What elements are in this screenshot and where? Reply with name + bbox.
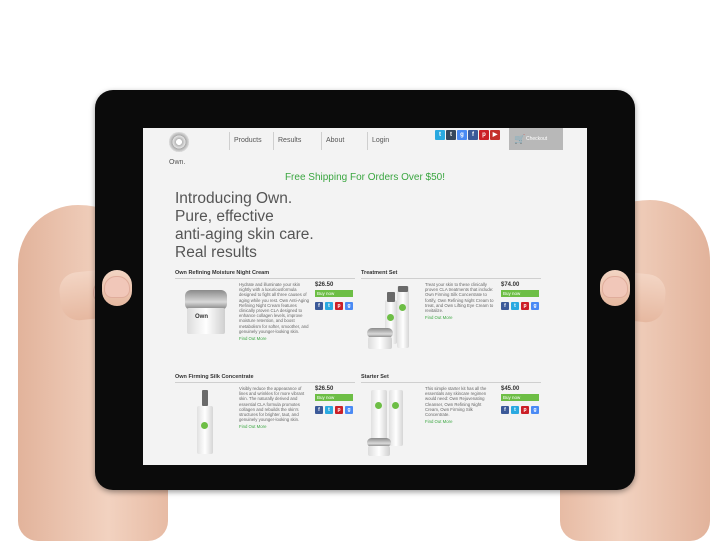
small-jar-body (368, 337, 392, 349)
twitter-icon[interactable]: t (511, 406, 519, 414)
twitter-icon[interactable]: t (511, 302, 519, 310)
dropper-cap (387, 292, 395, 302)
facebook-icon[interactable]: f (315, 302, 323, 310)
product-description-text: Visibly reduce the appearance of lines a… (239, 386, 305, 423)
cart-icon: 🛒 (514, 134, 526, 144)
buy-now-button[interactable]: Buy now (501, 290, 539, 297)
bottle-label-dot (201, 422, 208, 429)
jar-body (187, 308, 225, 334)
product-card-silk-concentrate: Own Firming Silk Concentrate Visibly red… (175, 374, 355, 465)
tumblr-icon[interactable]: t (446, 130, 456, 140)
product-price: $26.50 (315, 386, 334, 392)
product-description: This simple starter kit has all the esse… (425, 386, 495, 424)
google-plus-icon[interactable]: g (531, 302, 539, 310)
facebook-icon[interactable]: f (468, 130, 478, 140)
buy-now-button[interactable]: Buy now (315, 394, 353, 401)
product-description: Visibly reduce the appearance of lines a… (239, 386, 309, 430)
product-title[interactable]: Own Refining Moisture Night Cream (175, 270, 355, 279)
nav-login[interactable]: Login (367, 132, 389, 150)
product-card-treatment-set: Treatment Set Treat your skin to these c… (361, 270, 541, 370)
youtube-icon[interactable]: ▶ (490, 130, 500, 140)
dropper-bottle (197, 406, 213, 454)
pinterest-icon[interactable]: p (335, 302, 343, 310)
product-description: Treat your skin to these clinically prov… (425, 282, 495, 320)
tube-cap (398, 286, 408, 292)
facebook-icon[interactable]: f (501, 302, 509, 310)
right-index-nail (602, 276, 628, 298)
product-description-text: This simple starter kit has all the esse… (425, 386, 487, 418)
product-description: Hydrate and illuminate your skin nightly… (239, 282, 309, 341)
nav-results[interactable]: Results (273, 132, 301, 150)
pinterest-icon[interactable]: p (335, 406, 343, 414)
google-plus-icon[interactable]: g (345, 406, 353, 414)
dropper-cap (202, 390, 208, 406)
facebook-icon[interactable]: f (501, 406, 509, 414)
twitter-icon[interactable]: t (325, 406, 333, 414)
own-logo-icon[interactable] (169, 132, 189, 152)
checkout-button[interactable]: 🛒 Checkout (509, 128, 563, 150)
product-title[interactable]: Treatment Set (361, 270, 541, 279)
find-out-more-link[interactable]: Find Out More (239, 424, 309, 429)
buy-now-button[interactable]: Buy now (315, 290, 353, 297)
google-plus-icon[interactable]: g (531, 406, 539, 414)
pinterest-icon[interactable]: p (521, 406, 529, 414)
find-out-more-link[interactable]: Find Out More (425, 419, 495, 424)
google-plus-icon[interactable]: g (345, 302, 353, 310)
product-description-text: Treat your skin to these clinically prov… (425, 282, 494, 314)
tube-label-dot (399, 304, 406, 311)
hero-line-3: anti-aging skin care. (175, 226, 314, 243)
nav-about[interactable]: About (321, 132, 344, 150)
tablet-screen: Own. Products Results About Login t t g … (143, 128, 587, 465)
pinterest-icon[interactable]: p (479, 130, 489, 140)
hero-line-4: Real results (175, 244, 257, 261)
social-icons: t t g f p ▶ (435, 130, 500, 140)
product-price: $26.50 (315, 282, 334, 288)
share-icons: f t p g (315, 302, 353, 310)
silk-concentrate-image[interactable] (181, 386, 231, 456)
top-nav: Own. Products Results About Login t t g … (143, 128, 587, 172)
pinterest-icon[interactable]: p (521, 302, 529, 310)
product-title[interactable]: Own Firming Silk Concentrate (175, 374, 355, 383)
tube-bottle (397, 286, 409, 348)
find-out-more-link[interactable]: Find Out More (239, 336, 309, 341)
facebook-icon[interactable]: f (315, 406, 323, 414)
share-icons: f t p g (501, 302, 539, 310)
starter-set-image[interactable] (367, 386, 417, 456)
checkout-label: Checkout (526, 136, 548, 142)
share-icons: f t p g (501, 406, 539, 414)
share-icons: f t p g (315, 406, 353, 414)
treatment-set-image[interactable] (367, 282, 417, 352)
night-cream-jar-image[interactable]: Own (181, 282, 231, 352)
product-card-starter-set: Starter Set This simple starter kit has … (361, 374, 541, 465)
tube-label-dot (392, 402, 399, 409)
hero-line-1: Introducing Own. (175, 190, 293, 207)
cleanser-label-dot (375, 402, 382, 409)
product-card-night-cream: Own Refining Moisture Night Cream Own Hy… (175, 270, 355, 370)
left-index-nail (104, 276, 130, 298)
buy-now-button[interactable]: Buy now (501, 394, 539, 401)
find-out-more-link[interactable]: Find Out More (425, 315, 495, 320)
product-price: $74.00 (501, 282, 520, 288)
shipping-banner: Free Shipping For Orders Over $50! (284, 172, 446, 183)
small-jar-body (368, 446, 390, 456)
twitter-icon[interactable]: t (435, 130, 445, 140)
hero-headline: Introducing Own. Pure, effective anti-ag… (175, 190, 587, 262)
product-title[interactable]: Starter Set (361, 374, 541, 383)
dropper-label-dot (387, 314, 394, 321)
logo-text[interactable]: Own. (169, 159, 185, 166)
jar-lid (185, 290, 227, 310)
jar-brand-mark: Own (195, 314, 208, 320)
product-description-text: Hydrate and illuminate your skin nightly… (239, 282, 309, 334)
twitter-icon[interactable]: t (325, 302, 333, 310)
concentrate-tube (389, 390, 403, 446)
hero-line-2: Pure, effective (175, 208, 274, 225)
nav-products[interactable]: Products (229, 132, 262, 150)
product-price: $45.00 (501, 386, 520, 392)
google-plus-icon[interactable]: g (457, 130, 467, 140)
